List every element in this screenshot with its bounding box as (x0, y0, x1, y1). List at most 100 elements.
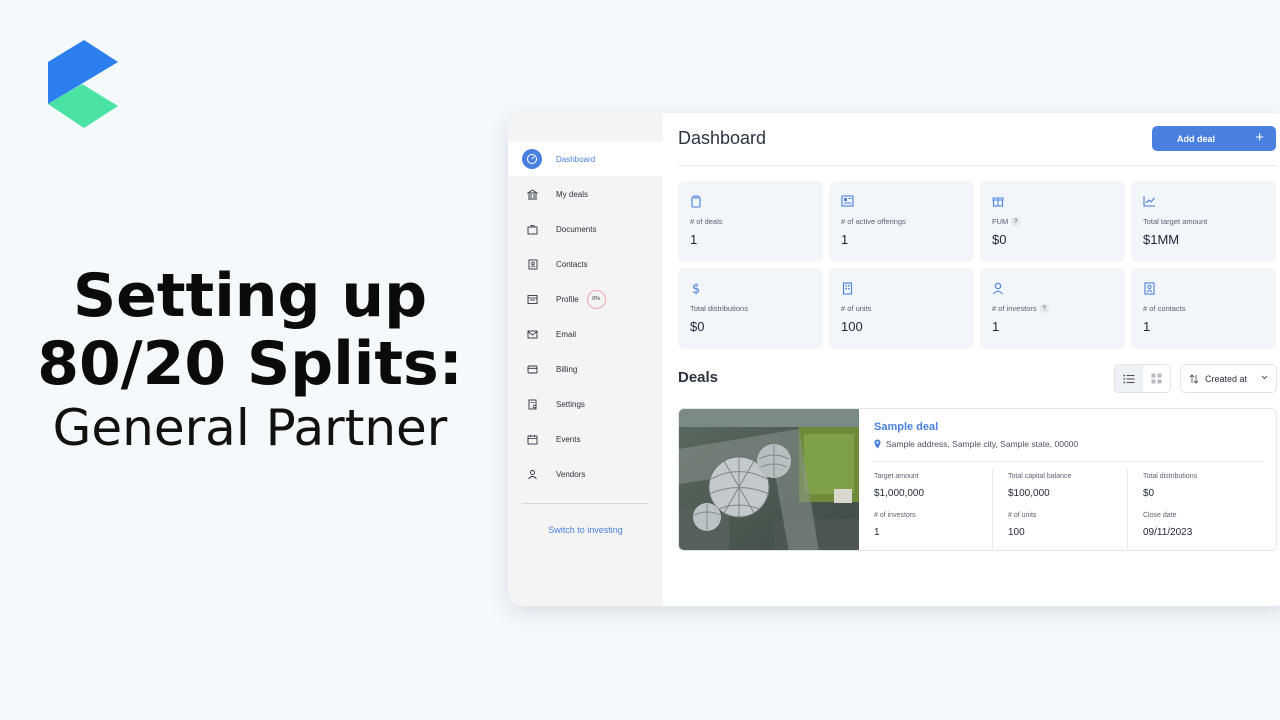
deal-address: Sample address, Sample city, Sample stat… (874, 439, 1078, 449)
bank-icon (522, 184, 542, 204)
contact-book-icon (522, 254, 542, 274)
building-icon (840, 281, 854, 295)
field-label: # of units (1008, 512, 1037, 519)
chevron-down-icon (1260, 373, 1269, 384)
deals-heading: Deals (678, 369, 719, 386)
title-line-3: General Partner (52, 399, 448, 457)
video-title: Setting up 80/20 Splits: General Partner (0, 262, 500, 460)
field-value: $0 (1143, 488, 1155, 499)
stat-label-text: FUM (992, 217, 1009, 226)
sidebar-item-label: Contacts (556, 259, 588, 269)
list-view-button[interactable] (1115, 365, 1143, 392)
sidebar-item-label: Settings (556, 399, 585, 409)
stat-value: $0 (992, 232, 1007, 247)
settings-doc-icon (522, 394, 542, 414)
switch-to-investing-link[interactable]: Switch to investing (508, 525, 663, 535)
add-deal-label: Add deal (1177, 133, 1216, 144)
sidebar: Dashboard My deals Documents Contacts Pr (508, 113, 663, 606)
sidebar-item-vendors[interactable]: Vendors (508, 457, 663, 491)
deal-image (679, 409, 859, 550)
sidebar-item-email[interactable]: Email (508, 317, 663, 351)
stat-label: # of deals (690, 217, 723, 226)
stat-card-distributions: $ Total distributions $0 (678, 268, 823, 349)
sort-select[interactable]: Created at (1180, 364, 1277, 393)
sidebar-item-label: Documents (556, 224, 597, 234)
sidebar-item-my-deals[interactable]: My deals (508, 177, 663, 211)
help-icon[interactable]: ? (1011, 217, 1021, 226)
stat-label: # of units (841, 304, 872, 313)
stat-label: Total target amount (1143, 217, 1208, 226)
stat-label: # of active offerings (841, 217, 906, 226)
add-deal-button[interactable]: Add deal + (1152, 126, 1276, 151)
sidebar-item-settings[interactable]: Settings (508, 387, 663, 421)
sidebar-item-label: My deals (556, 189, 589, 199)
field-value: 09/11/2023 (1143, 527, 1193, 538)
stat-value: 1 (1143, 319, 1151, 334)
contact-card-icon (1142, 281, 1156, 295)
newspaper-icon (840, 194, 854, 208)
stat-value: 100 (841, 319, 863, 334)
title-line-1: Setting up (72, 261, 428, 331)
main-content: Dashboard Add deal + # of deals 1 # of a… (663, 113, 1280, 606)
field-value: $1,000,000 (874, 488, 925, 499)
stat-label: # of contacts (1143, 304, 1186, 313)
sidebar-item-billing[interactable]: Billing (508, 352, 663, 386)
location-pin-icon (874, 439, 881, 449)
field-label: Total distributions (1143, 473, 1198, 480)
stat-value: 1 (841, 232, 849, 247)
stat-label: # of investors? (992, 304, 1049, 313)
stat-label: FUM? (992, 217, 1021, 226)
clipboard-icon (689, 194, 703, 208)
sidebar-item-label: Vendors (556, 469, 586, 479)
sidebar-item-label: Email (556, 329, 577, 339)
header-divider (678, 165, 1276, 166)
field-value: 100 (1008, 527, 1025, 538)
stat-label: Total distributions (690, 304, 748, 313)
deal-divider (874, 461, 1264, 462)
calendar-icon (522, 429, 542, 449)
mail-icon (522, 324, 542, 344)
sort-icon (1189, 373, 1199, 384)
column-divider (1127, 469, 1128, 549)
field-label: Close date (1143, 512, 1177, 519)
trend-chart-icon (1142, 194, 1156, 208)
sidebar-item-events[interactable]: Events (508, 422, 663, 456)
stat-label-text: # of investors (992, 304, 1037, 313)
plus-icon: + (1255, 129, 1264, 146)
stat-card-active-offerings: # of active offerings 1 (829, 181, 974, 262)
stat-value: 1 (690, 232, 698, 247)
sidebar-item-label: Dashboard (556, 154, 596, 164)
sidebar-item-profile[interactable]: Profile 0% (508, 282, 663, 316)
deal-name-link[interactable]: Sample deal (874, 421, 938, 433)
column-divider (992, 469, 993, 549)
sidebar-item-label: Billing (556, 364, 578, 374)
sort-label: Created at (1205, 373, 1248, 384)
person-icon (991, 281, 1005, 295)
field-label: Target amount (874, 473, 919, 480)
stat-card-contacts: # of contacts 1 (1131, 268, 1276, 349)
profile-card-icon (522, 289, 542, 309)
view-toggle (1114, 364, 1171, 393)
sidebar-item-contacts[interactable]: Contacts (508, 247, 663, 281)
app-window: Dashboard My deals Documents Contacts Pr (508, 113, 1280, 606)
list-icon (1123, 374, 1135, 383)
gauge-icon (522, 149, 542, 169)
sidebar-item-label: Events (556, 434, 581, 444)
profile-completion-badge: 0% (586, 289, 606, 309)
grid-view-button[interactable] (1143, 365, 1171, 392)
deal-address-text: Sample address, Sample city, Sample stat… (886, 439, 1079, 449)
stat-value: $0 (690, 319, 705, 334)
sidebar-divider (522, 503, 648, 504)
help-icon[interactable]: ? (1039, 304, 1049, 313)
sidebar-item-documents[interactable]: Documents (508, 212, 663, 246)
deal-card[interactable]: Sample deal Sample address, Sample city,… (678, 408, 1277, 551)
field-label: # of investors (874, 512, 916, 519)
stat-card-fum: FUM? $0 (980, 181, 1125, 262)
stat-card-units: # of units 100 (829, 268, 974, 349)
sidebar-item-dashboard[interactable]: Dashboard (508, 142, 663, 176)
brand-logo (48, 40, 118, 128)
stat-card-target-amount: Total target amount $1MM (1131, 181, 1276, 262)
field-value: 1 (874, 527, 880, 538)
stat-card-deals: # of deals 1 (678, 181, 823, 262)
sidebar-item-label: Profile (556, 294, 579, 304)
